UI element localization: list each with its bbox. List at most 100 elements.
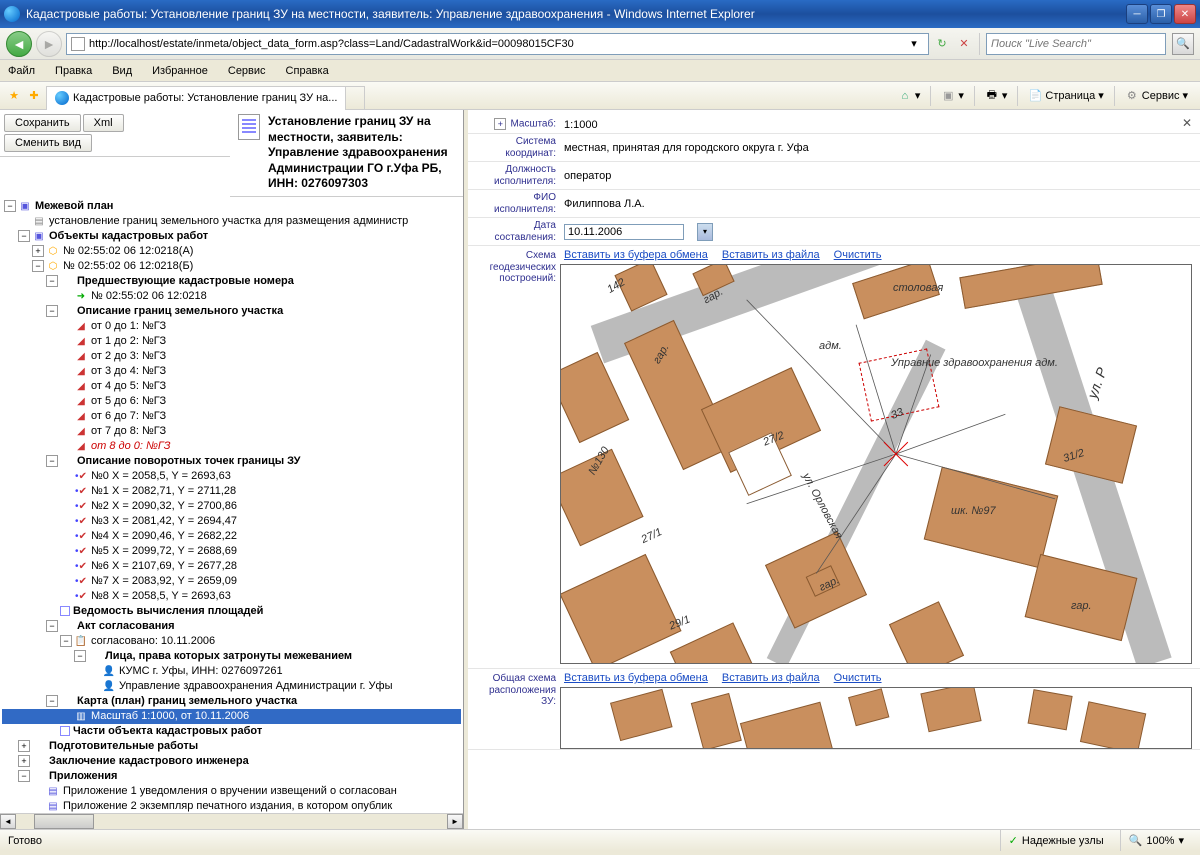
collapse-icon[interactable]: − [74, 650, 86, 662]
collapse-icon[interactable]: − [46, 305, 58, 317]
collapse-icon[interactable]: − [4, 200, 16, 212]
tree-point-item[interactable]: •✔№5 X = 2099,72, Y = 2688,69 [2, 544, 461, 559]
map-overview[interactable] [560, 687, 1192, 749]
tree-border-item[interactable]: ◢от 8 до 0: №ГЗ [2, 439, 461, 454]
collapse-icon[interactable]: − [18, 770, 30, 782]
collapse-icon[interactable]: − [60, 635, 72, 647]
tree-item[interactable]: 👤Управление здравоохранения Администраци… [2, 679, 461, 694]
scroll-right-arrow[interactable]: ► [447, 814, 463, 829]
tree-item[interactable]: ▤Приложение 2 экземпляр печатного издани… [2, 799, 461, 813]
date-input[interactable] [564, 224, 684, 240]
field-value[interactable]: местная, принятая для городского округа … [560, 134, 1200, 161]
menu-file[interactable]: Файл [4, 63, 39, 79]
search-box[interactable] [986, 33, 1166, 55]
tree-borders[interactable]: −Описание границ земельного участка [2, 304, 461, 319]
tree-vedom[interactable]: Ведомость вычисления площадей [2, 604, 461, 619]
maximize-button[interactable]: ❐ [1150, 4, 1172, 24]
expand-icon[interactable]: + [18, 755, 30, 767]
clear-link[interactable]: Очистить [834, 672, 882, 684]
tree-prep[interactable]: +Подготовительные работы [2, 739, 461, 754]
favorites-star-icon[interactable]: ★ [6, 88, 22, 104]
tree-point-item[interactable]: •✔№3 X = 2081,42, Y = 2694,47 [2, 514, 461, 529]
tree-item[interactable]: ▤установление границ земельного участка … [2, 214, 461, 229]
menu-service[interactable]: Сервис [224, 63, 270, 79]
collapse-icon[interactable]: − [32, 260, 44, 272]
tree-object-b[interactable]: −⬡№ 02:55:02 06 12:0218(Б) [2, 259, 461, 274]
rss-button[interactable]: ▣▾ [935, 87, 970, 105]
paste-clipboard-link[interactable]: Вставить из буфера обмена [564, 249, 708, 261]
browser-tab[interactable]: Кадастровые работы: Установление границ … [46, 86, 346, 110]
security-zone[interactable]: ✓Надежные узлы [1000, 830, 1112, 851]
tree-point-item[interactable]: •✔№0 X = 2058,5, Y = 2693,63 [2, 469, 461, 484]
map-view[interactable]: столовая адм. Управние здравоохранения а… [560, 264, 1192, 664]
date-picker-button[interactable]: ▾ [697, 223, 713, 241]
menu-help[interactable]: Справка [282, 63, 333, 79]
collapse-icon[interactable]: − [46, 455, 58, 467]
xml-button[interactable]: Xml [83, 114, 124, 132]
tree-prev-numbers[interactable]: −Предшествующие кадастровые номера [2, 274, 461, 289]
menu-edit[interactable]: Правка [51, 63, 96, 79]
tree-border-item[interactable]: ◢от 2 до 3: №ГЗ [2, 349, 461, 364]
collapse-icon[interactable]: − [18, 230, 30, 242]
tree-item[interactable]: ➜№ 02:55:02 06 12:0218 [2, 289, 461, 304]
tree-point-item[interactable]: •✔№6 X = 2107,69, Y = 2677,28 [2, 559, 461, 574]
home-button[interactable]: ⌂▾ [892, 87, 927, 105]
tree-view[interactable]: −▣Межевой план ▤установление границ земе… [0, 197, 463, 813]
change-view-button[interactable]: Сменить вид [4, 134, 92, 152]
collapse-icon[interactable]: − [46, 620, 58, 632]
tree-objects[interactable]: −▣Объекты кадастровых работ [2, 229, 461, 244]
print-button[interactable]: 🖶▾ [979, 87, 1014, 105]
tree-border-item[interactable]: ◢от 7 до 8: №ГЗ [2, 424, 461, 439]
expand-icon[interactable]: + [18, 740, 30, 752]
tree-border-item[interactable]: ◢от 6 до 7: №ГЗ [2, 409, 461, 424]
add-favorite-icon[interactable]: ✚ [26, 88, 42, 104]
back-button[interactable]: ◄ [6, 31, 32, 57]
zoom-level[interactable]: 🔍100% ▾ [1120, 830, 1192, 851]
scroll-thumb[interactable] [34, 814, 94, 829]
close-button[interactable]: ✕ [1174, 4, 1196, 24]
tree-persons[interactable]: −Лица, права которых затронуты межевание… [2, 649, 461, 664]
address-dropdown[interactable]: ▾ [904, 34, 924, 54]
menu-favorites[interactable]: Избранное [148, 63, 212, 79]
expand-icon[interactable]: + [494, 118, 506, 130]
tree-selected-scale[interactable]: ▥Масштаб 1:1000, от 10.11.2006 [2, 709, 461, 724]
field-value[interactable]: оператор [560, 162, 1200, 189]
minimize-button[interactable]: ─ [1126, 4, 1148, 24]
tree-concl[interactable]: +Заключение кадастрового инженера [2, 754, 461, 769]
collapse-icon[interactable]: − [46, 275, 58, 287]
tree-point-item[interactable]: •✔№2 X = 2090,32, Y = 2700,86 [2, 499, 461, 514]
refresh-button[interactable]: ↻ [933, 35, 951, 53]
tree-object-a[interactable]: +⬡№ 02:55:02 06 12:0218(А) [2, 244, 461, 259]
field-value[interactable]: 1:1000 [560, 116, 1200, 133]
tree-border-item[interactable]: ◢от 3 до 4: №ГЗ [2, 364, 461, 379]
tree-root[interactable]: −▣Межевой план [2, 199, 461, 214]
tree-item[interactable]: ▤Приложение 1 уведомления о вручении изв… [2, 784, 461, 799]
menu-view[interactable]: Вид [108, 63, 136, 79]
app-close-icon[interactable]: ✕ [1180, 116, 1194, 130]
search-input[interactable] [991, 38, 1161, 50]
tree-map[interactable]: −Карта (план) границ земельного участка [2, 694, 461, 709]
address-bar[interactable]: ▾ [66, 33, 929, 55]
clear-link[interactable]: Очистить [834, 249, 882, 261]
tree-border-item[interactable]: ◢от 0 до 1: №ГЗ [2, 319, 461, 334]
horizontal-scrollbar[interactable]: ◄ ► [0, 813, 463, 829]
tools-menu-button[interactable]: ⚙Сервис ▾ [1119, 87, 1194, 105]
insert-file-link[interactable]: Вставить из файла [722, 672, 820, 684]
tree-border-item[interactable]: ◢от 4 до 5: №ГЗ [2, 379, 461, 394]
tree-points[interactable]: −Описание поворотных точек границы ЗУ [2, 454, 461, 469]
tree-item[interactable]: 👤КУМС г. Уфы, ИНН: 0276097261 [2, 664, 461, 679]
collapse-icon[interactable]: − [46, 695, 58, 707]
save-button[interactable]: Сохранить [4, 114, 81, 132]
search-button[interactable]: 🔍 [1172, 33, 1194, 55]
scroll-left-arrow[interactable]: ◄ [0, 814, 16, 829]
tree-border-item[interactable]: ◢от 5 до 6: №ГЗ [2, 394, 461, 409]
stop-button[interactable]: ✕ [955, 35, 973, 53]
tree-parts[interactable]: Части объекта кадастровых работ [2, 724, 461, 739]
field-value[interactable]: Филиппова Л.А. [560, 190, 1200, 217]
insert-file-link[interactable]: Вставить из файла [722, 249, 820, 261]
expand-icon[interactable]: + [32, 245, 44, 257]
tree-point-item[interactable]: •✔№4 X = 2090,46, Y = 2682,22 [2, 529, 461, 544]
tree-item[interactable]: −📋согласовано: 10.11.2006 [2, 634, 461, 649]
new-tab-button[interactable] [345, 86, 365, 110]
paste-clipboard-link[interactable]: Вставить из буфера обмена [564, 672, 708, 684]
